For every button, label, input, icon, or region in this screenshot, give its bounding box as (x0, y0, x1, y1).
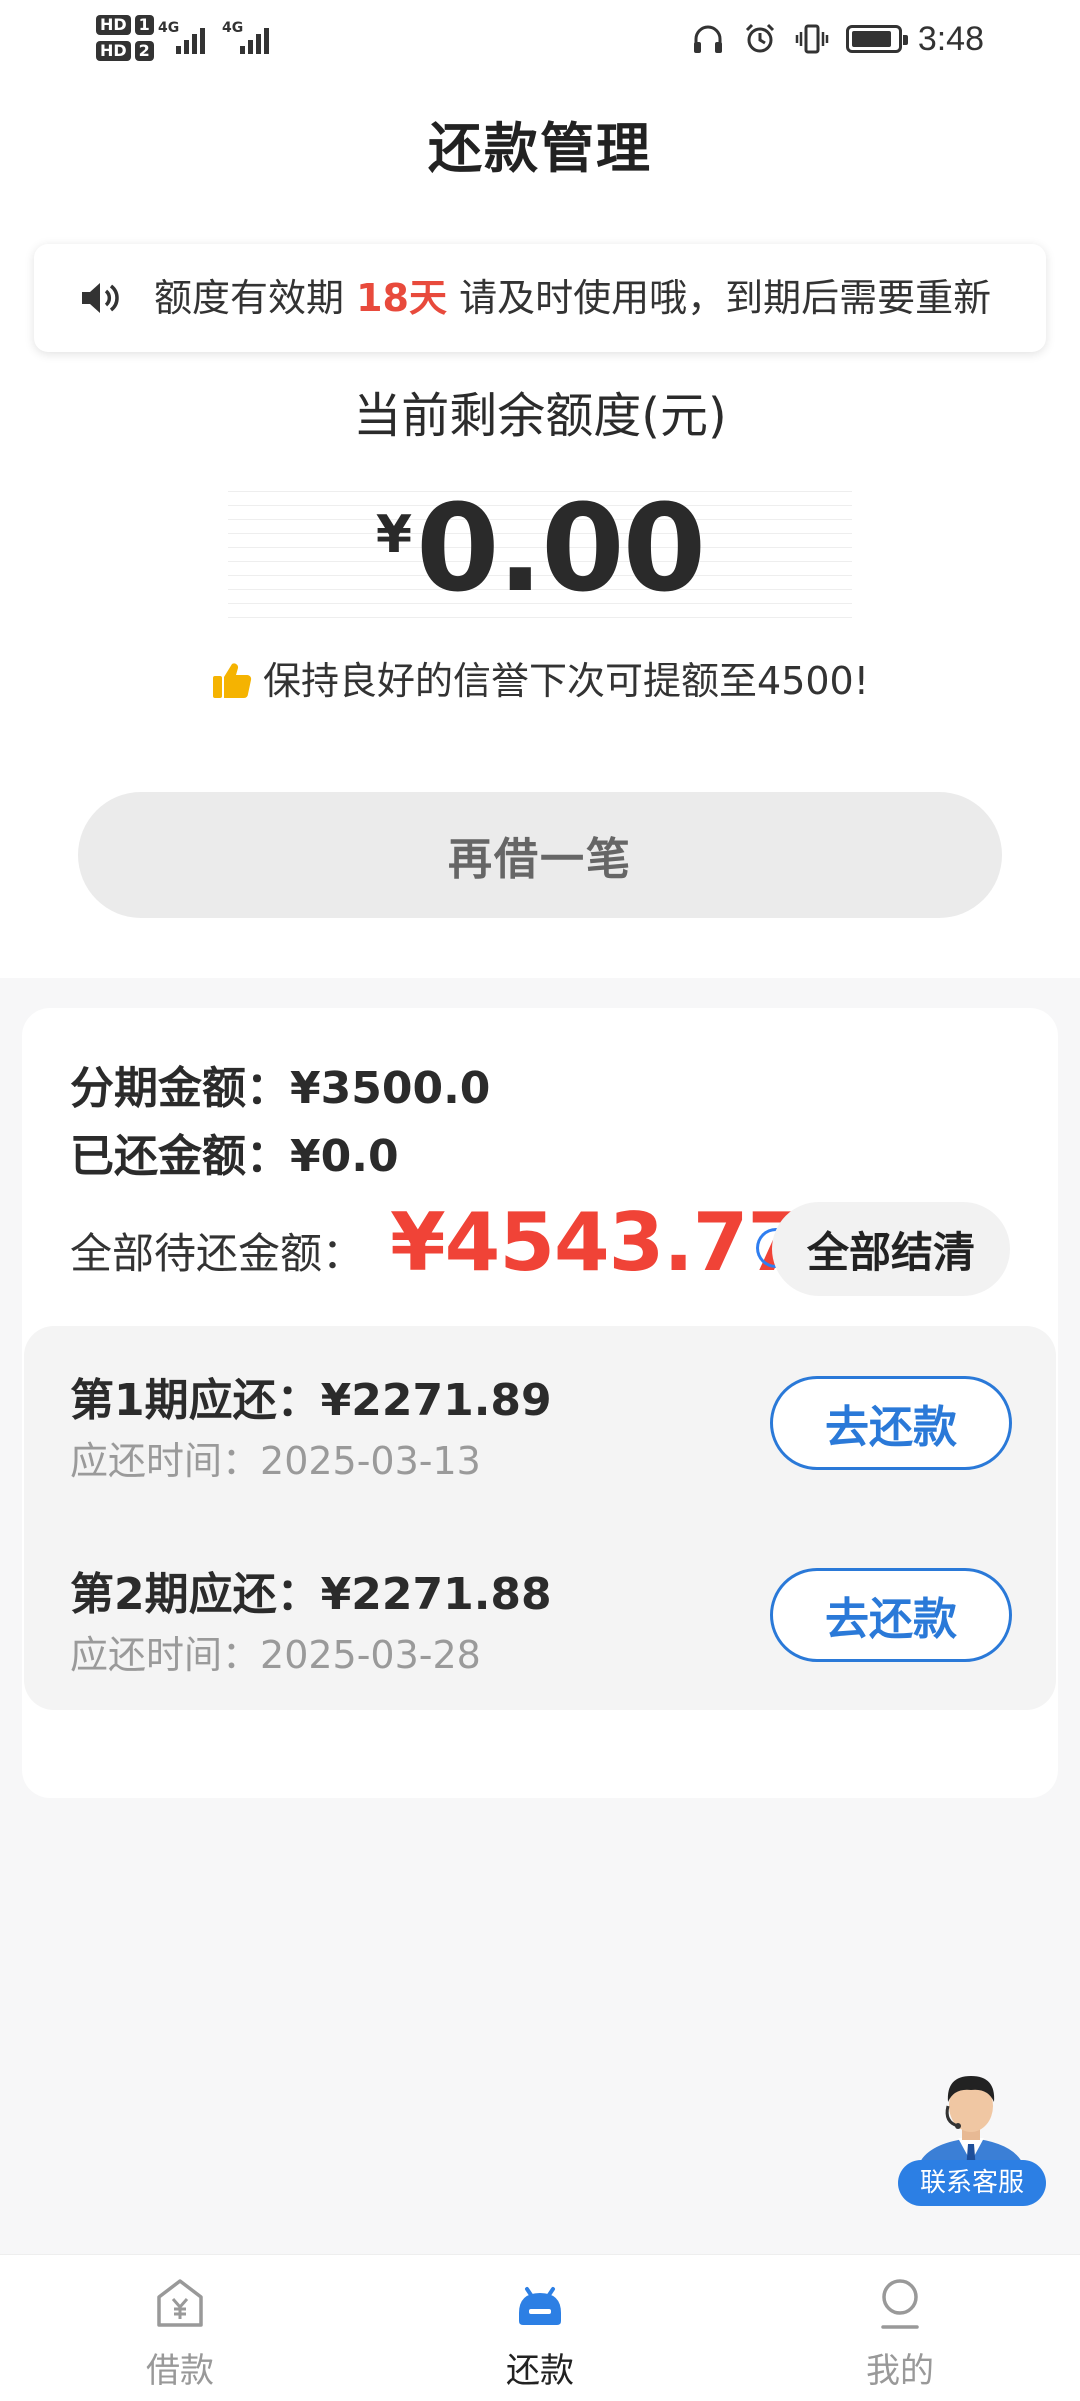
credit-tip-text: 保持良好的信誉下次可提额至4500! (263, 659, 869, 703)
tab-profile-label: 我的 (866, 2351, 934, 2391)
installment-1-label: 第1期应还： (70, 1375, 321, 1426)
installment-value: ¥3500.0 (290, 1063, 491, 1114)
repaid-label: 已还金额： (70, 1131, 290, 1182)
currency-symbol: ¥ (375, 505, 413, 565)
tab-profile[interactable]: 我的 (720, 2255, 1080, 2401)
sim2-hd-badge: HD (96, 41, 131, 61)
notice-suffix: 请及时使用哦，到期后需要重新 (446, 276, 992, 320)
tab-loan[interactable]: 借款 (0, 2255, 360, 2401)
quota-value: 0.00 (416, 480, 706, 619)
installment-label: 分期金额： (70, 1063, 290, 1114)
thumbs-up-icon (211, 660, 253, 709)
loan-icon (155, 2275, 205, 2331)
repaid-amount-row: 已还金额：¥0.0 (70, 1120, 399, 1184)
total-due-amount: ¥4543.77 (390, 1196, 803, 1289)
installment-2-due-label: 应还时间： (70, 1633, 261, 1677)
installment-1-title: 第1期应还：¥2271.89 (70, 1364, 552, 1428)
quota-amount: ¥0.00 (0, 480, 1080, 619)
installment-2-due-date: 2025-03-28 (260, 1633, 481, 1677)
vibrate-icon (794, 21, 830, 57)
installment-2-due: 应还时间：2025-03-28 (70, 1624, 481, 1679)
tab-repay[interactable]: 还款 (360, 2255, 720, 2401)
repaid-value: ¥0.0 (290, 1131, 399, 1182)
quota-label: 当前剩余额度(元) (353, 388, 727, 444)
customer-service-button[interactable]: 联系客服 (898, 2160, 1046, 2206)
installment-2-pay-button[interactable]: 去还款 (770, 1568, 1012, 1662)
tab-loan-label: 借款 (146, 2351, 214, 2391)
borrow-again-button[interactable]: 再借一笔 (78, 792, 1002, 918)
installment-2-amount: ¥2271.88 (320, 1569, 552, 1620)
pay-off-all-button[interactable]: 全部结清 (772, 1202, 1010, 1296)
credit-tip: 保持良好的信誉下次可提额至4500! (0, 650, 1080, 709)
notice-days: 18天 (356, 276, 447, 320)
status-bar: HD 1 HD 2 4G 4G 3:48 (0, 0, 1080, 80)
clock: 3:48 (917, 19, 984, 58)
speaker-icon (76, 274, 124, 322)
sim1-index: 1 (134, 15, 154, 35)
sim1-hd-badge: HD (96, 15, 131, 35)
page-title: 还款管理 (428, 117, 652, 180)
headphones-icon (690, 21, 726, 57)
installment-1-pay-button[interactable]: 去还款 (770, 1376, 1012, 1470)
installment-1-due: 应还时间：2025-03-13 (70, 1430, 481, 1485)
alarm-icon (742, 21, 778, 57)
installment-2-label: 第2期应还： (70, 1569, 321, 1620)
repay-icon (515, 2275, 565, 2331)
battery-icon (845, 25, 908, 53)
installment-1-due-date: 2025-03-13 (260, 1439, 481, 1483)
total-due-label: 全部待还金额： (70, 1229, 365, 1278)
installment-2-title: 第2期应还：¥2271.88 (70, 1558, 552, 1622)
bottom-tab-bar: 借款 还款 我的 (0, 2254, 1080, 2401)
sim-indicators: HD 1 HD 2 (96, 12, 154, 64)
notice-prefix: 额度有效期 (154, 276, 357, 320)
notice-text: 额度有效期 18天 请及时使用哦，到期后需要重新 (154, 244, 991, 352)
tab-repay-label: 还款 (506, 2351, 574, 2391)
profile-icon (875, 2275, 925, 2331)
installment-1-amount: ¥2271.89 (320, 1375, 552, 1426)
notice-banner: 额度有效期 18天 请及时使用哦，到期后需要重新 (34, 244, 1046, 352)
sim2-index: 2 (134, 41, 154, 61)
installment-amount-row: 分期金额：¥3500.0 (70, 1052, 490, 1116)
installment-1-due-label: 应还时间： (70, 1439, 261, 1483)
